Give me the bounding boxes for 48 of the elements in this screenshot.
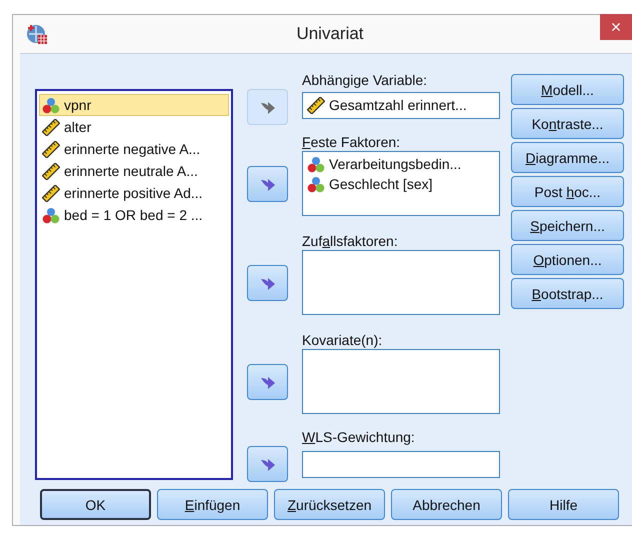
arrow-icon	[260, 100, 276, 114]
nominal-variable-icon	[42, 206, 60, 224]
move-arrow-button[interactable]	[247, 364, 288, 400]
field-variable: Verarbeitungsbedin...	[329, 156, 462, 172]
dialog-button[interactable]: Einfügen	[157, 489, 268, 520]
field-label: Kovariate(n):	[302, 331, 384, 349]
arrow-icon	[260, 457, 276, 471]
variable-list[interactable]: vpnr alter erinnerte negative A... erinnerte neutrale A... erinnerte positive Ad... bed = 1 OR bed = 2 ...	[35, 89, 233, 480]
field-label: Zufallsfaktoren:	[302, 232, 399, 250]
field-label: WLS-Gewichtung:	[302, 428, 416, 446]
field-label: Feste Faktoren:	[302, 133, 402, 151]
variable-field[interactable]	[302, 250, 500, 315]
move-arrow-button[interactable]	[247, 264, 288, 300]
variable-field[interactable]: Gesamtzahl erinnert...	[302, 92, 500, 118]
arrow-icon	[260, 176, 276, 190]
dialog-button[interactable]: Abbrechen	[391, 489, 502, 520]
variable-item[interactable]: bed = 1 OR bed = 2 ...	[39, 204, 229, 226]
variable-field[interactable]	[302, 450, 500, 478]
arrow-icon	[260, 374, 276, 388]
field-variable: Geschlecht [sex]	[329, 176, 432, 192]
arrow-icon	[260, 276, 276, 290]
dialog-button[interactable]: Bootstrap...	[511, 278, 624, 309]
variable-item[interactable]: vpnr	[39, 94, 229, 116]
dialog-button[interactable]: Diagramme...	[511, 142, 624, 173]
field-variable: Gesamtzahl erinnert...	[329, 97, 467, 113]
app-icon	[26, 23, 48, 45]
dialog-button[interactable]: Zurücksetzen	[274, 489, 385, 520]
close-button[interactable]: ×	[600, 14, 632, 40]
move-arrow-button[interactable]	[247, 166, 288, 202]
move-arrow-button[interactable]	[247, 446, 288, 482]
variable-item[interactable]: erinnerte negative A...	[39, 138, 229, 160]
variable-field[interactable]	[302, 349, 500, 414]
dialog-button[interactable]: Speichern...	[511, 210, 624, 241]
nominal-variable-icon	[307, 156, 325, 172]
variable-item[interactable]: erinnerte neutrale A...	[39, 160, 229, 182]
variable-item[interactable]: alter	[39, 116, 229, 138]
dialog-button[interactable]: Post hoc...	[511, 176, 624, 207]
window-title: Univariat	[296, 24, 364, 44]
variable-item[interactable]: erinnerte positive Ad...	[39, 182, 229, 204]
dialog-button[interactable]: Optionen...	[511, 244, 624, 275]
nominal-variable-icon	[42, 96, 60, 114]
variable-field[interactable]: Verarbeitungsbedin... Geschlecht [sex]	[302, 151, 500, 216]
dialog-button[interactable]: OK	[40, 489, 151, 520]
dialog-button[interactable]: Hilfe	[508, 489, 619, 520]
nominal-variable-icon	[307, 176, 325, 192]
dialog-button[interactable]: Kontraste...	[511, 108, 624, 139]
dialog-button[interactable]: Modell...	[511, 74, 624, 105]
field-label: Abhängige Variable:	[302, 71, 428, 89]
